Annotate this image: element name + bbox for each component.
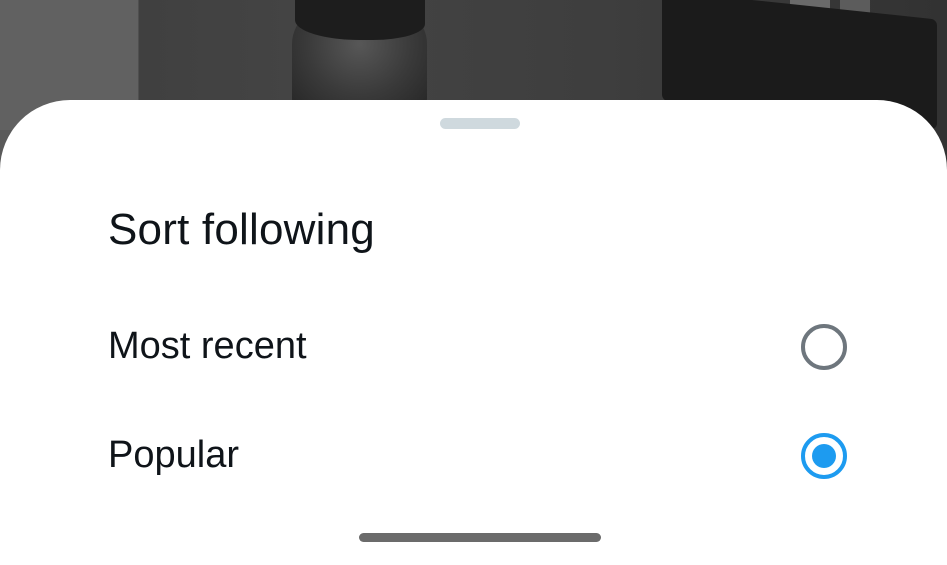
- bottom-sheet: Sort following Most recent Popular: [0, 100, 947, 565]
- radio-unchecked-icon[interactable]: [801, 324, 847, 370]
- radio-selected-dot: [812, 444, 836, 468]
- sheet-title: Sort following: [108, 205, 375, 254]
- background-person-hair: [295, 0, 425, 40]
- sort-option-popular[interactable]: Popular: [0, 407, 947, 507]
- sort-option-label: Most recent: [108, 325, 307, 367]
- sort-option-label: Popular: [108, 434, 239, 476]
- sort-option-most-recent[interactable]: Most recent: [0, 298, 947, 398]
- home-indicator[interactable]: [359, 533, 601, 542]
- sheet-grabber-handle[interactable]: [440, 118, 520, 129]
- radio-checked-icon[interactable]: [801, 433, 847, 479]
- screen: Sort following Most recent Popular: [0, 0, 947, 565]
